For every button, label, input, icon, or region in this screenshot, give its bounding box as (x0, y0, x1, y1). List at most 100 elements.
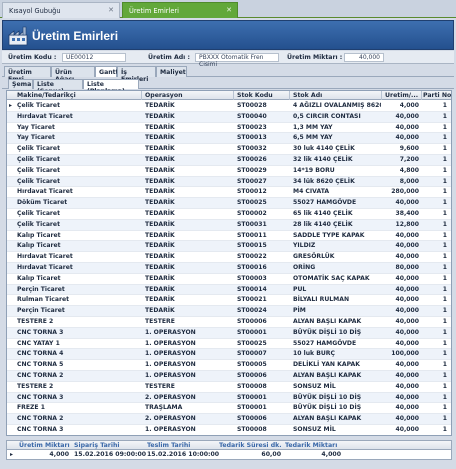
table-row[interactable]: Perçin Ticaret TEDARİK ST00024 PİM 40,000 1 (7, 306, 451, 317)
cell-operation: TESTERE (145, 318, 175, 325)
tab-list-result[interactable]: Liste (Sonuç) (33, 79, 83, 95)
table-row[interactable]: Perçin Ticaret TEDARİK ST00014 PUL 40,000 1 (7, 284, 451, 296)
cell-production-qty: 40,000 (395, 253, 419, 261)
cell-stock-code: ST00006 (237, 415, 267, 423)
cell-stock-code: ST00016 (237, 264, 267, 271)
tab-cost[interactable]: Maliyet (156, 66, 187, 77)
window-tab-shortcuts[interactable]: Kısayol Gubuğu ✕ (2, 2, 120, 18)
cell-machine: CNC TORNA 2 (17, 415, 64, 423)
cell-batch-no: 1 (442, 393, 447, 401)
window-tab-production-orders[interactable]: Üretim Emirleri ✕ (122, 2, 238, 18)
cell-stock-code: ST00024 (237, 307, 267, 315)
cell-production-qty: 40,000 (395, 339, 419, 347)
table-row[interactable]: CNC TORNA 3 1. OPERASYON ST00001 BÜYÜK DİŞL… (7, 327, 451, 339)
tab-gantt[interactable]: Gantt (95, 66, 119, 77)
cell-operation: TEDARİK (145, 210, 175, 217)
cell-machine: FREZE 1 (17, 404, 45, 412)
column-header-stock-name[interactable]: Stok Adı (293, 92, 381, 99)
table-row[interactable]: CNC TORNA 5 1. OPERASYON ST00005 DELİKLİ YA… (7, 360, 451, 371)
table-row[interactable]: Kalıp Ticaret TEDARİK ST00011 SADDLE TYPE K… (7, 231, 451, 242)
table-row[interactable]: Çelik Ticaret TEDARİK ST00027 34 lük 8620 Ç… (7, 176, 451, 188)
column-header-production-qty[interactable]: Üretim/... (385, 92, 421, 99)
table-row[interactable]: CNC TORNA 4 1. OPERASYON ST00007 10 luk BUR… (7, 349, 451, 361)
table-row[interactable]: Yay Ticaret TEDARİK ST00013 6,5 MM YAY 40,00… (7, 133, 451, 145)
cell-stock-code: ST00007 (237, 350, 267, 358)
cell-stock-name: 28 lik 4140 ÇELİK (293, 220, 353, 228)
summary-supply-time: 60,00 (261, 451, 281, 458)
cell-production-qty: 100,000 (391, 350, 419, 358)
cell-production-qty: 40,000 (395, 372, 419, 379)
cell-batch-no: 1 (442, 231, 447, 239)
cell-batch-no: 1 (442, 123, 447, 131)
cell-batch-no: 1 (442, 145, 447, 153)
close-icon[interactable]: ✕ (108, 6, 114, 14)
table-row[interactable]: TESTERE 2 TESTERE ST00008 SONSUZ MİL 40,000 1 (7, 382, 451, 393)
table-row[interactable]: Kalıp Ticaret TEDARİK ST00015 YILDIZ 40,000 1 (7, 241, 451, 253)
table-row[interactable]: CNC TORNA 3 2. OPERASYON ST00001 BÜYÜK DİŞL… (7, 392, 451, 404)
cell-batch-no: 1 (442, 361, 447, 369)
column-header-machine[interactable]: Makine/Tedarikçi (17, 92, 141, 99)
table-row[interactable]: Kalıp Ticaret TEDARİK ST00003 OTOMATİK SAÇ … (7, 274, 451, 285)
table-row[interactable]: Çelik Ticaret TEDARİK ST00026 32 lik 4140 Ç… (7, 155, 451, 166)
table-row[interactable]: Çelik Ticaret TEDARİK ST00032 30 luk 4140 Ç… (7, 144, 451, 155)
cell-machine: Çelik Ticaret (17, 166, 60, 174)
tab-production-order[interactable]: Üretim Emri (4, 66, 51, 83)
cell-stock-name: 30 luk 4140 ÇELİK (293, 145, 355, 153)
cell-stock-name: 32 lik 4140 ÇELİK (293, 156, 353, 163)
cell-machine: Döküm Ticaret (17, 199, 68, 207)
cell-operation: 1. OPERASYON (145, 350, 196, 358)
cell-operation: TEDARİK (145, 177, 175, 185)
table-row[interactable]: Hırdavat Ticaret TEDARİK ST00012 M4 CIVATA 2… (7, 187, 451, 199)
column-header-operation[interactable]: Operasyon (145, 92, 233, 99)
table-row[interactable]: TESTERE 2 TESTERE ST00006 ALYAN BAŞLI KAPAK… (7, 317, 451, 328)
cell-stock-code: ST00032 (237, 145, 267, 153)
cell-batch-no: 1 (442, 264, 447, 271)
cell-machine: Çelik Ticaret (17, 102, 60, 109)
table-row[interactable]: CNC YATAY 1 1. OPERASYON ST00025 55027 HAMG… (7, 339, 451, 350)
table-row[interactable]: Hırdavat Ticaret TEDARİK ST00016 ORİNG 80,00… (7, 263, 451, 274)
column-header-stock-code[interactable]: Stok Kodu (237, 92, 289, 99)
tab-schema[interactable]: Şema (8, 79, 33, 89)
table-row[interactable]: CNC TORNA 2 1. OPERASYON ST00006 ALYAN BAŞL… (7, 371, 451, 382)
table-row[interactable]: CNC TORNA 2 2. OPERASYON ST00006 ALYAN BAŞL… (7, 414, 451, 425)
cell-machine: Çelik Ticaret (17, 145, 60, 153)
table-row[interactable]: Çelik Ticaret TEDARİK ST00002 65 lik 4140 Ç… (7, 209, 451, 220)
cell-machine: Hırdavat Ticaret (17, 188, 73, 196)
cell-stock-name: GRESÖRLÜK (293, 253, 335, 261)
cell-machine: Rulman Ticaret (17, 296, 70, 304)
summary-delivery-date: 15.02.2016 10:00:00 (147, 451, 220, 458)
table-row[interactable]: Hırdavat Ticaret TEDARİK ST00022 GRESÖRLÜK 4… (7, 252, 451, 263)
table-row[interactable]: Çelik Ticaret TEDARİK ST00029 14*19 BORU 4,8… (7, 166, 451, 177)
cell-operation: TEDARİK (145, 285, 175, 293)
summary-header-supply-time: Tedarik Süresi dk. (219, 442, 282, 449)
cell-production-qty: 40,000 (395, 285, 419, 293)
cell-production-qty: 9,600 (399, 145, 419, 153)
table-row[interactable]: CNC TORNA 3 1. OPERASYON ST00008 SONSUZ MİL… (7, 425, 451, 435)
table-row[interactable]: FREZE 1 TRAŞLAMA ST00001 BÜYÜK DİŞLİ 10 DİŞ… (7, 403, 451, 415)
cell-batch-no: 1 (442, 166, 447, 174)
tab-product-tree[interactable]: Ürün Ağacı (51, 66, 95, 83)
cell-production-qty: 38,400 (395, 210, 419, 217)
cell-operation: 1. OPERASYON (145, 328, 196, 336)
tab-list-planning[interactable]: Liste (Planlama) (83, 79, 139, 95)
close-icon[interactable]: ✕ (226, 6, 232, 14)
table-row[interactable]: Döküm Ticaret TEDARİK ST00025 55027 HAMGÖVD… (7, 198, 451, 209)
production-name-label: Üretim Adı : (148, 54, 190, 61)
column-header-batch-no[interactable]: Parti No (423, 92, 451, 99)
production-quantity-field[interactable]: 40,000 (344, 53, 384, 62)
cell-stock-name: 55027 HAMGÖVDE (293, 199, 357, 207)
table-row[interactable]: Hırdavat Ticaret TEDARİK ST00040 0,5 CIRCIR… (7, 111, 451, 123)
window-tab-label: Üretim Emirleri (129, 7, 179, 15)
table-row[interactable]: Çelik Ticaret TEDARİK ST00031 28 lik 4140 Ç… (7, 219, 451, 231)
table-row[interactable]: Yay Ticaret TEDARİK ST00023 1,3 MM YAY 40,00… (7, 123, 451, 134)
production-code-field[interactable]: UE00012 (62, 53, 126, 62)
production-name-field[interactable]: PBXXX Otomatik Fren Cisimi (195, 53, 279, 68)
table-row[interactable]: ▸ Çelik Ticaret TEDARİK ST00028 4 AĞIZLI OVA… (7, 101, 451, 112)
cell-batch-no: 1 (442, 415, 447, 423)
table-row[interactable]: Rulman Ticaret TEDARİK ST00021 BİLYALI RULM… (7, 295, 451, 307)
cell-operation: 1. OPERASYON (145, 426, 196, 433)
cell-stock-name: 1,3 MM YAY (293, 123, 333, 131)
primary-tab-bar: Üretim Emri Ürün Ağacı Gantt İş Emirleri… (2, 66, 454, 83)
tab-work-orders[interactable]: İş Emirleri (117, 66, 156, 83)
cell-batch-no: 1 (442, 328, 447, 336)
